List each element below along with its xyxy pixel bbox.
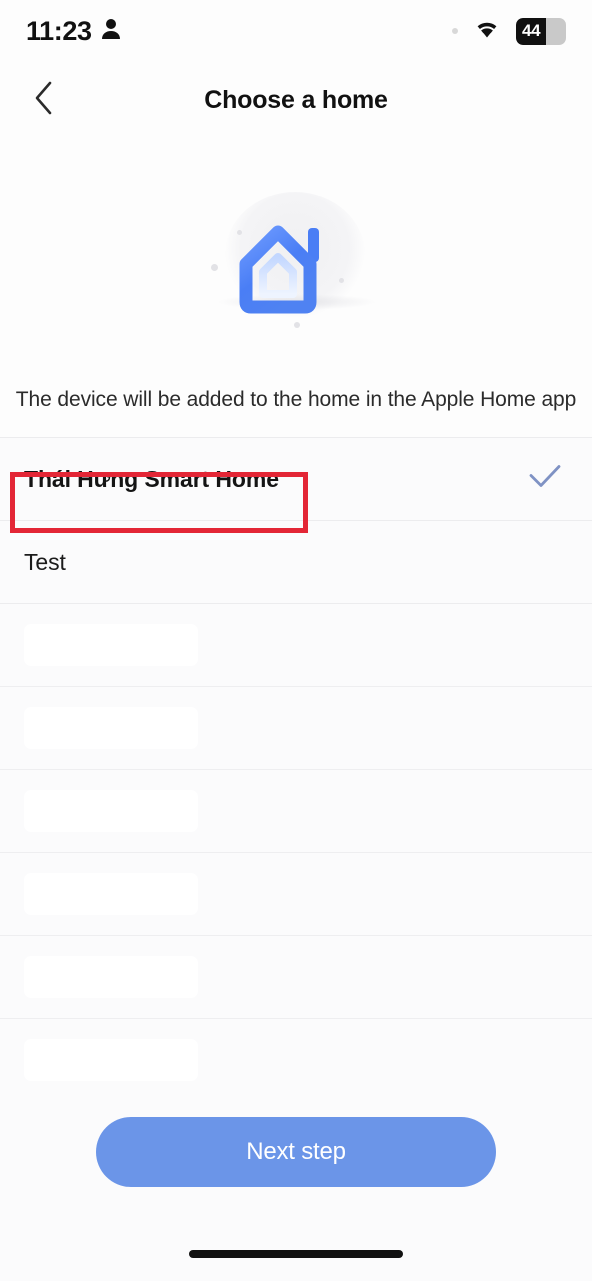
footer: Next step [0,1099,592,1281]
battery-level: 44 [522,21,541,40]
status-bar-clock: 11:23 [26,15,92,46]
skeleton-bar [24,956,198,998]
house-icon [239,225,319,314]
person-icon [101,18,121,45]
phone-screen: 11:23 44 Choose a home The device will b… [0,0,592,1281]
battery-icon: 44 [516,17,566,45]
list-item-placeholder [0,853,592,936]
status-bar-right: 44 [452,17,566,45]
back-button[interactable] [20,76,68,124]
wifi-icon [472,18,502,45]
description-text: The device will be added to the home in … [15,388,577,411]
list-item-placeholder [0,770,592,853]
list-item-placeholder [0,936,592,1019]
check-icon [528,464,562,495]
list-item-placeholder [0,1019,592,1102]
home-indicator[interactable] [189,1250,403,1258]
next-step-button[interactable]: Next step [96,1117,496,1187]
list-item-placeholder [0,687,592,770]
status-bar: 11:23 44 [0,0,592,62]
skeleton-bar [24,1039,198,1081]
house-illustration [191,186,401,356]
page-title: Choose a home [204,85,388,114]
skeleton-bar [24,790,198,832]
nav-bar: Choose a home [0,62,592,138]
list-item-home-test[interactable]: Test [0,521,592,604]
hero-illustration [0,176,592,366]
status-bar-left: 11:23 [26,16,121,47]
list-item-label: Test [24,548,66,575]
skeleton-bar [24,873,198,915]
list-item-label: Thái Hưng Smart Home [24,465,279,492]
list-item-home-selected[interactable]: Thái Hưng Smart Home [0,438,592,521]
skeleton-bar [24,624,198,666]
dot-indicator-icon [452,28,458,34]
chevron-left-icon [33,80,55,121]
list-item-placeholder [0,604,592,687]
skeleton-bar [24,707,198,749]
